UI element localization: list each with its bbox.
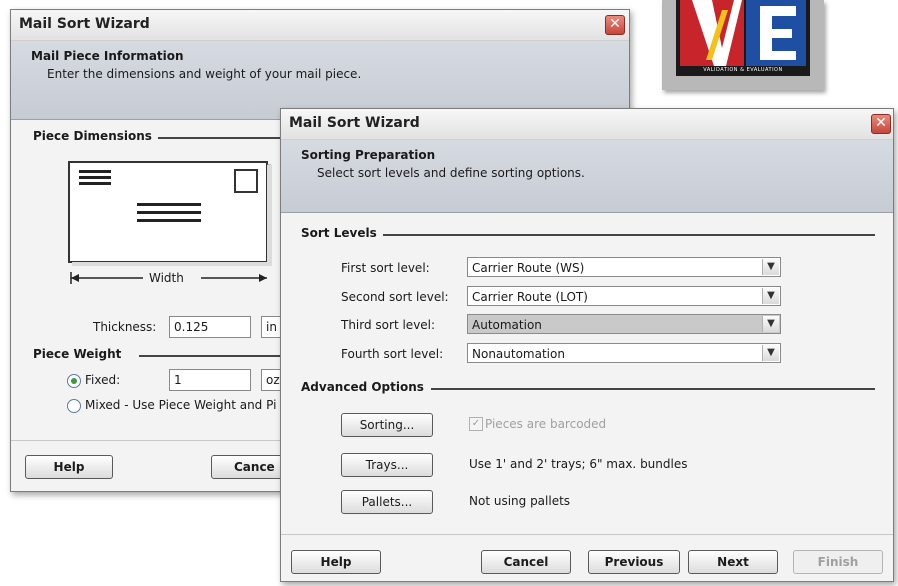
chevron-down-icon[interactable]: ▼ [762, 345, 779, 361]
header-subtitle: Enter the dimensions and weight of your … [47, 67, 362, 81]
pieces-barcoded-label: Pieces are barcoded [485, 417, 607, 431]
second-sort-select[interactable]: Carrier Route (LOT) ▼ [467, 286, 781, 306]
logo-tagline: VALIDATION & EVALUATION [703, 67, 783, 73]
width-label: Width [149, 271, 184, 285]
chevron-down-icon[interactable]: ▼ [762, 316, 779, 332]
window-title: Mail Sort Wizard [19, 16, 150, 32]
dialog-header: Sorting Preparation Select sort levels a… [281, 140, 893, 213]
previous-button[interactable]: Previous [588, 550, 680, 574]
mixed-radio[interactable] [67, 399, 81, 413]
fixed-radio[interactable] [67, 374, 81, 388]
mixed-label: Mixed - Use Piece Weight and Pi [85, 398, 277, 412]
footer-separator [281, 534, 893, 535]
third-sort-label: Third sort level: [341, 318, 436, 332]
chevron-down-icon[interactable]: ▼ [762, 259, 779, 275]
ve-logo: VALIDATION & EVALUATION [662, 0, 824, 90]
first-sort-select[interactable]: Carrier Route (WS) ▼ [467, 257, 781, 277]
cancel-button[interactable]: Cancel [481, 550, 571, 574]
help-button[interactable]: Help [291, 550, 381, 574]
fourth-sort-select[interactable]: Nonautomation ▼ [467, 343, 781, 363]
window-title: Mail Sort Wizard [289, 115, 420, 131]
second-sort-value: Carrier Route (LOT) [472, 290, 588, 304]
pallets-button[interactable]: Pallets... [341, 490, 433, 514]
first-sort-value: Carrier Route (WS) [472, 261, 585, 275]
close-button[interactable]: ✕ [605, 15, 625, 35]
finish-button: Finish [793, 550, 883, 574]
fourth-sort-value: Nonautomation [472, 347, 565, 361]
thickness-input[interactable]: 0.125 [169, 316, 251, 338]
sorting-preparation-dialog: Mail Sort Wizard ✕ Sorting Preparation S… [280, 108, 894, 582]
sort-levels-divider [381, 234, 875, 236]
title-bar: Mail Sort Wizard ✕ [11, 10, 629, 41]
first-sort-label: First sort level: [341, 261, 430, 275]
section-piece-dimensions: Piece Dimensions [33, 129, 158, 143]
third-sort-value: Automation [472, 318, 542, 332]
help-button[interactable]: Help [25, 455, 113, 479]
pallets-description: Not using pallets [469, 494, 571, 508]
next-button[interactable]: Next [688, 550, 778, 574]
fixed-label: Fixed: [85, 373, 121, 387]
chevron-down-icon[interactable]: ▼ [762, 288, 779, 304]
header-title: Mail Piece Information [31, 49, 184, 63]
section-piece-weight: Piece Weight [33, 347, 128, 361]
title-bar: Mail Sort Wizard ✕ [281, 109, 893, 140]
ve-logo-graphic [676, 0, 810, 76]
header-title: Sorting Preparation [301, 148, 436, 162]
close-button[interactable]: ✕ [871, 114, 891, 134]
trays-button[interactable]: Trays... [341, 453, 433, 477]
section-advanced-options: Advanced Options [301, 380, 430, 394]
advanced-options-divider [431, 388, 875, 390]
pieces-barcoded-checkbox[interactable]: ✓ [469, 417, 483, 431]
header-subtitle: Select sort levels and define sorting op… [317, 166, 585, 180]
second-sort-label: Second sort level: [341, 290, 449, 304]
section-sort-levels: Sort Levels [301, 226, 383, 240]
fourth-sort-label: Fourth sort level: [341, 347, 444, 361]
sorting-button[interactable]: Sorting... [341, 413, 433, 437]
thickness-label: Thickness: [93, 320, 157, 334]
trays-description: Use 1' and 2' trays; 6" max. bundles [469, 457, 688, 471]
third-sort-select[interactable]: Automation ▼ [467, 314, 781, 334]
fixed-weight-input[interactable]: 1 [169, 369, 251, 391]
